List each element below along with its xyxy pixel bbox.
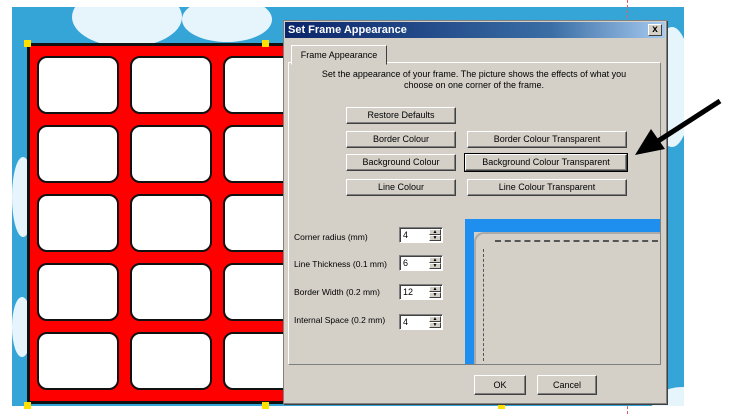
close-icon[interactable]: x <box>648 24 662 36</box>
frame-cell[interactable] <box>37 194 119 252</box>
corner-radius-stepper[interactable]: 4 ▲ ▼ <box>399 227 443 243</box>
dialog-title: Set Frame Appearance <box>288 24 407 36</box>
frame-cell[interactable] <box>130 263 212 321</box>
spin-down-icon[interactable]: ▼ <box>429 322 441 328</box>
frame-cell[interactable] <box>130 332 212 390</box>
dialog-titlebar[interactable]: Set Frame Appearance x <box>285 22 665 38</box>
internal-space-value: 4 <box>403 317 409 327</box>
spin-down-icon[interactable]: ▼ <box>429 292 441 298</box>
frame-cell[interactable] <box>130 194 212 252</box>
preview-dashed-line <box>495 240 658 242</box>
preview-dashed-line <box>483 249 484 361</box>
cancel-button[interactable]: Cancel <box>537 375 597 395</box>
set-frame-appearance-dialog: Set Frame Appearance x Frame Appearance … <box>283 20 667 404</box>
line-thickness-label: Line Thickness (0.1 mm) <box>294 259 387 269</box>
corner-radius-value: 4 <box>403 230 409 240</box>
restore-defaults-button[interactable]: Restore Defaults <box>346 107 456 124</box>
frame-cell[interactable] <box>130 56 212 114</box>
frame-cell[interactable] <box>37 125 119 183</box>
frame-cell[interactable] <box>37 332 119 390</box>
frame-corner-preview <box>465 219 660 364</box>
corner-radius-label: Corner radius (mm) <box>294 232 368 242</box>
border-width-value: 12 <box>403 287 414 297</box>
tab-frame-appearance[interactable]: Frame Appearance <box>291 45 387 65</box>
selection-handle[interactable] <box>24 402 31 409</box>
frame-cell[interactable] <box>37 56 119 114</box>
spin-down-icon[interactable]: ▼ <box>429 235 441 241</box>
background-colour-button[interactable]: Background Colour <box>346 154 456 171</box>
frame-cell[interactable] <box>37 263 119 321</box>
frame-cell[interactable] <box>130 125 212 183</box>
line-thickness-value: 6 <box>403 258 409 268</box>
border-colour-button[interactable]: Border Colour <box>346 131 456 148</box>
preview-frame-corner <box>474 232 660 364</box>
pointer-arrow-icon <box>635 98 722 155</box>
ok-button[interactable]: OK <box>474 375 526 395</box>
spin-down-icon[interactable]: ▼ <box>429 263 441 269</box>
border-width-stepper[interactable]: 12 ▲ ▼ <box>399 284 443 300</box>
internal-space-label: Internal Space (0.2 mm) <box>294 315 386 325</box>
selection-handle[interactable] <box>24 40 31 47</box>
internal-space-stepper[interactable]: 4 ▲ ▼ <box>399 314 443 330</box>
label-frame-grid[interactable] <box>27 43 305 404</box>
line-thickness-stepper[interactable]: 6 ▲ ▼ <box>399 255 443 271</box>
instructions-text: Set the appearance of your frame. The pi… <box>321 69 627 90</box>
line-colour-transparent-button[interactable]: Line Colour Transparent <box>467 179 627 196</box>
selection-handle[interactable] <box>262 402 269 409</box>
border-colour-transparent-button[interactable]: Border Colour Transparent <box>467 131 627 148</box>
line-colour-button[interactable]: Line Colour <box>346 179 456 196</box>
selection-handle[interactable] <box>262 40 269 47</box>
background-colour-transparent-button[interactable]: Background Colour Transparent <box>464 153 628 172</box>
border-width-label: Border Width (0.2 mm) <box>294 287 380 297</box>
